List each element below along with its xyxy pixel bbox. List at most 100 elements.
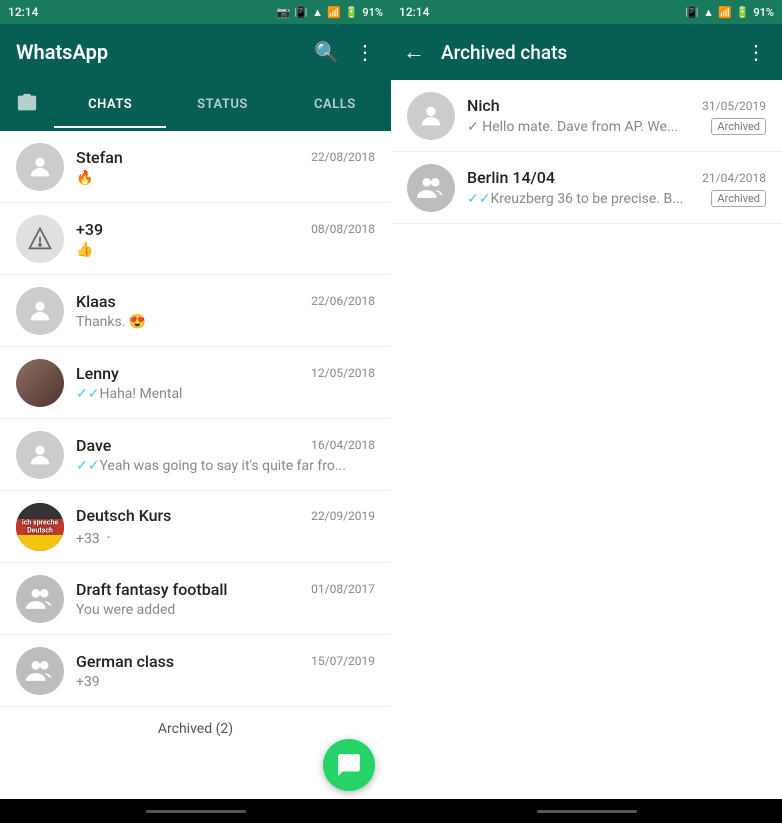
app-bar-actions: 🔍 ⋮ — [314, 40, 375, 64]
chat-name-klaas: Klaas — [76, 292, 116, 311]
chat-name-deutsch: Deutsch Kurs — [76, 506, 171, 525]
wifi-icon-r: 📶 — [718, 6, 732, 19]
chat-content-39: +39 08/08/2018 👍 — [76, 220, 375, 258]
chat-item-lenny[interactable]: Lenny 12/05/2018 ✓✓Haha! Mental — [0, 347, 391, 419]
chat-time-draft: 01/08/2017 — [311, 582, 375, 596]
tab-status[interactable]: STATUS — [166, 83, 278, 128]
avatar-klaas — [16, 287, 64, 335]
signal-icon: ▲ — [312, 6, 323, 19]
avatar-germanclass — [16, 647, 64, 695]
chat-content-lenny: Lenny 12/05/2018 ✓✓Haha! Mental — [76, 364, 375, 402]
chat-name-lenny: Lenny — [76, 364, 119, 383]
chat-preview-klaas: Thanks. 😍 — [76, 314, 375, 330]
archived-chat-list: Nich 31/05/2019 ✓ Hello mate. Dave from … — [391, 80, 782, 799]
chat-time-stefan: 22/08/2018 — [311, 150, 375, 164]
avatar-lenny — [16, 359, 64, 407]
camera-tab-icon[interactable] — [0, 80, 54, 131]
battery-icon-r: 🔋 — [736, 6, 750, 19]
signal-icon-r: ▲ — [703, 6, 714, 19]
archived-chat-name-nich: Nich — [467, 96, 500, 115]
chat-name-draft: Draft fantasy football — [76, 580, 227, 599]
chat-time-germanclass: 15/07/2019 — [311, 654, 375, 668]
archived-chat-item-berlin[interactable]: Berlin 14/04 21/04/2018 ✓✓Kreuzberg 36 t… — [391, 152, 782, 224]
nav-bar-right — [391, 799, 782, 823]
chat-item-draft[interactable]: Draft fantasy football 01/08/2017 You we… — [0, 563, 391, 635]
chat-item-deutsch[interactable]: ich sprecheDeutsch Deutsch Kurs 22/09/20… — [0, 491, 391, 563]
wifi-icon: 📶 — [327, 6, 341, 19]
status-time-right: 12:14 — [399, 5, 429, 19]
chat-item-stefan[interactable]: Stefan 22/08/2018 🔥 — [0, 131, 391, 203]
archived-chat-content-nich: Nich 31/05/2019 ✓ Hello mate. Dave from … — [467, 96, 766, 135]
archived-chat-time-nich: 31/05/2019 — [702, 99, 766, 113]
archived-chat-item-nich[interactable]: Nich 31/05/2019 ✓ Hello mate. Dave from … — [391, 80, 782, 152]
tabs-bar: CHATS STATUS CALLS — [0, 80, 391, 131]
battery-percent-right: 91% — [753, 6, 774, 19]
chat-content-deutsch: Deutsch Kurs 22/09/2019 +33 · — [76, 506, 375, 547]
chat-preview-lenny: ✓✓Haha! Mental — [76, 386, 375, 402]
chat-item-germanclass[interactable]: German class 15/07/2019 +39 — [0, 635, 391, 707]
chat-time-dave: 16/04/2018 — [311, 438, 375, 452]
battery-percent-left: 91% — [362, 6, 383, 19]
chat-time-deutsch: 22/09/2019 — [311, 509, 375, 523]
archived-label: Archived (2) — [158, 721, 233, 737]
nav-bar-indicator-left — [146, 810, 246, 813]
chat-content-dave: Dave 16/04/2018 ✓✓Yeah was going to say … — [76, 436, 375, 474]
avatar-nich — [407, 92, 455, 140]
chat-item-39[interactable]: +39 08/08/2018 👍 — [0, 203, 391, 275]
chat-item-dave[interactable]: Dave 16/04/2018 ✓✓Yeah was going to say … — [0, 419, 391, 491]
chat-content-draft: Draft fantasy football 01/08/2017 You we… — [76, 580, 375, 618]
nav-bar-indicator-right — [537, 810, 637, 813]
new-chat-fab[interactable] — [323, 739, 375, 791]
right-panel: 12:14 📳 ▲ 📶 🔋 91% ← Archived chats ⋮ Nic… — [391, 0, 782, 823]
app-bar-left: WhatsApp 🔍 ⋮ — [0, 24, 391, 80]
chat-list: Stefan 22/08/2018 🔥 +39 08/08/2018 — [0, 131, 391, 799]
archived-chat-time-berlin: 21/04/2018 — [702, 171, 766, 185]
chat-time-klaas: 22/06/2018 — [311, 294, 375, 308]
chat-content-klaas: Klaas 22/06/2018 Thanks. 😍 — [76, 292, 375, 330]
chat-time-39: 08/08/2018 — [311, 222, 375, 236]
tab-calls[interactable]: CALLS — [279, 83, 391, 128]
avatar-dave — [16, 431, 64, 479]
chat-name-stefan: Stefan — [76, 148, 123, 167]
search-button[interactable]: 🔍 — [314, 40, 339, 64]
chat-preview-draft: You were added — [76, 602, 375, 618]
chat-time-lenny: 12/05/2018 — [311, 366, 375, 380]
back-button[interactable]: ← — [395, 31, 433, 73]
status-icons-right: 📳 ▲ 📶 🔋 91% — [685, 6, 774, 19]
chat-content-stefan: Stefan 22/08/2018 🔥 — [76, 148, 375, 186]
chat-preview-dave: ✓✓Yeah was going to say it's quite far f… — [76, 458, 375, 474]
vibrate-icon: 📳 — [294, 6, 308, 19]
nav-bar-left — [0, 799, 391, 823]
avatar-deutsch: ich sprecheDeutsch — [16, 503, 64, 551]
archived-chat-preview-nich: ✓ Hello mate. Dave from AP. We... — [467, 119, 711, 135]
chat-preview-stefan: 🔥 — [76, 170, 375, 186]
chat-preview-germanclass: +39 — [76, 674, 375, 690]
chat-item-klaas[interactable]: Klaas 22/06/2018 Thanks. 😍 — [0, 275, 391, 347]
archived-title: Archived chats — [441, 41, 730, 64]
camera-status-icon: 📷 — [277, 6, 291, 19]
archived-badge-berlin: Archived — [711, 190, 766, 207]
avatar-39 — [16, 215, 64, 263]
status-bar-left: 12:14 📷 📳 ▲ 📶 🔋 91% — [0, 0, 391, 24]
archived-chat-content-berlin: Berlin 14/04 21/04/2018 ✓✓Kreuzberg 36 t… — [467, 168, 766, 207]
avatar-stefan — [16, 143, 64, 191]
battery-icon: 🔋 — [345, 6, 359, 19]
archived-more-options-button[interactable]: ⋮ — [738, 32, 774, 72]
more-options-button[interactable]: ⋮ — [355, 40, 375, 64]
left-panel: 12:14 📷 📳 ▲ 📶 🔋 91% WhatsApp 🔍 ⋮ CHATS S… — [0, 0, 391, 823]
app-title: WhatsApp — [16, 40, 108, 64]
archived-chat-name-berlin: Berlin 14/04 — [467, 168, 555, 187]
avatar-draft — [16, 575, 64, 623]
chat-name-39: +39 — [76, 220, 103, 239]
archived-chat-preview-berlin: ✓✓Kreuzberg 36 to be precise. B... — [467, 191, 711, 207]
chat-preview-deutsch: +33 · — [76, 528, 375, 547]
chat-preview-39: 👍 — [76, 242, 375, 258]
chat-name-dave: Dave — [76, 436, 111, 455]
tab-chats[interactable]: CHATS — [54, 83, 166, 128]
archived-badge-nich: Archived — [711, 118, 766, 135]
status-bar-right: 12:14 📳 ▲ 📶 🔋 91% — [391, 0, 782, 24]
chat-name-germanclass: German class — [76, 652, 174, 671]
chat-content-germanclass: German class 15/07/2019 +39 — [76, 652, 375, 690]
avatar-berlin — [407, 164, 455, 212]
status-time-left: 12:14 — [8, 5, 38, 19]
